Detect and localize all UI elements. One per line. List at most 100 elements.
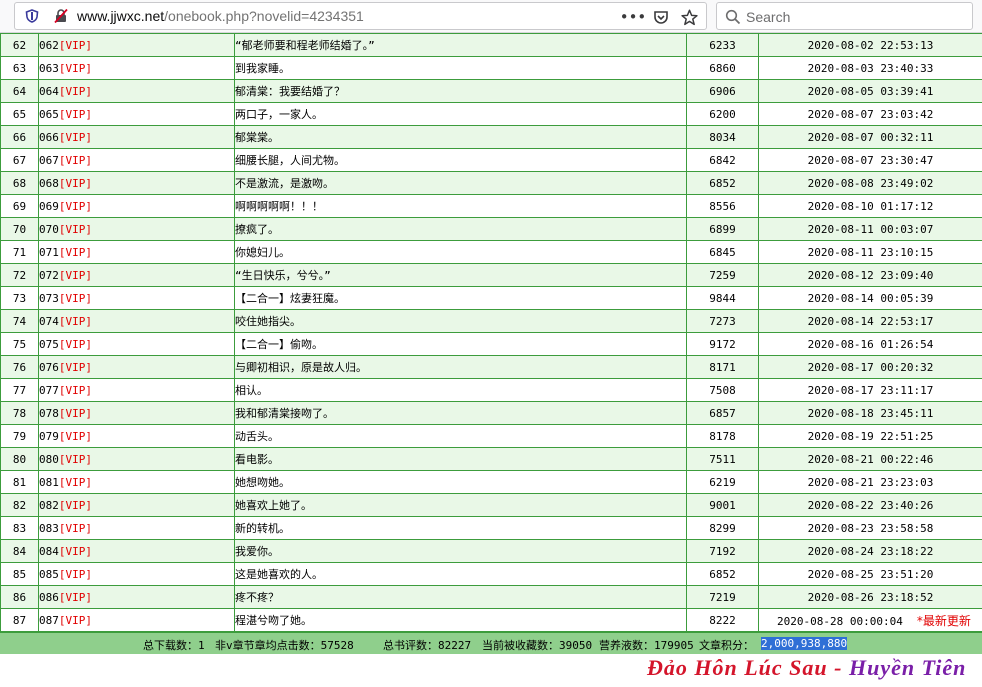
vip-badge[interactable]: [VIP]	[59, 453, 92, 466]
chapter-number[interactable]: 063	[40, 62, 59, 75]
chapter-number[interactable]: 087	[40, 614, 59, 627]
chapter-link[interactable]: 079[VIP]	[38, 424, 235, 448]
vip-badge[interactable]: [VIP]	[59, 476, 92, 489]
update-time-text: 2020-08-03 23:40:33	[807, 61, 934, 75]
insecure-lock-icon[interactable]	[53, 8, 69, 24]
update-time-text: 2020-08-16 01:26:54	[807, 337, 934, 351]
vip-badge[interactable]: [VIP]	[59, 223, 92, 236]
chapter-number[interactable]: 083	[40, 522, 59, 535]
chapter-link[interactable]: 073[VIP]	[38, 286, 235, 310]
chapter-number[interactable]: 068	[40, 177, 59, 190]
chapter-link[interactable]: 074[VIP]	[38, 309, 235, 333]
update-time-text: 2020-08-14 22:53:17	[807, 314, 934, 328]
chapter-link[interactable]: 078[VIP]	[38, 401, 235, 425]
chapter-link[interactable]: 065[VIP]	[38, 102, 235, 126]
shield-icon[interactable]	[25, 9, 39, 23]
chapter-number[interactable]: 080	[40, 453, 59, 466]
vip-badge[interactable]: [VIP]	[59, 407, 92, 420]
chapter-number[interactable]: 084	[40, 545, 59, 558]
chapter-number[interactable]: 086	[40, 591, 59, 604]
chapter-number[interactable]: 075	[40, 338, 59, 351]
vip-badge[interactable]: [VIP]	[59, 614, 92, 627]
vip-badge[interactable]: [VIP]	[59, 269, 92, 282]
chapter-number[interactable]: 064	[40, 85, 59, 98]
chapter-link[interactable]: 076[VIP]	[38, 355, 235, 379]
chapter-number[interactable]: 066	[40, 131, 59, 144]
chapter-link[interactable]: 067[VIP]	[38, 148, 235, 172]
chapter-row: 83 083[VIP] 新的转机。 8299 2020-08-23 23:58:58	[0, 516, 982, 540]
chapter-link[interactable]: 080[VIP]	[38, 447, 235, 471]
chapter-link[interactable]: 071[VIP]	[38, 240, 235, 264]
vip-badge[interactable]: [VIP]	[59, 522, 92, 535]
chapter-link[interactable]: 069[VIP]	[38, 194, 235, 218]
bookmark-star-icon[interactable]	[679, 7, 699, 27]
chapter-link[interactable]: 075[VIP]	[38, 332, 235, 356]
chapter-link[interactable]: 070[VIP]	[38, 217, 235, 241]
vip-badge[interactable]: [VIP]	[59, 108, 92, 121]
chapter-link[interactable]: 066[VIP]	[38, 125, 235, 149]
vip-badge[interactable]: [VIP]	[59, 39, 92, 52]
address-bar[interactable]: www.jjwxc.net/onebook.php?novelid=423435…	[14, 2, 707, 30]
vip-badge[interactable]: [VIP]	[59, 62, 92, 75]
pocket-icon[interactable]	[651, 7, 671, 27]
chapter-link[interactable]: 068[VIP]	[38, 171, 235, 195]
vip-badge[interactable]: [VIP]	[59, 85, 92, 98]
chapter-summary: 撩疯了。	[234, 217, 687, 241]
chapter-number[interactable]: 081	[40, 476, 59, 489]
chapter-number[interactable]: 082	[40, 499, 59, 512]
vip-badge[interactable]: [VIP]	[59, 200, 92, 213]
chapter-link[interactable]: 063[VIP]	[38, 56, 235, 80]
chapter-link[interactable]: 081[VIP]	[38, 470, 235, 494]
chapter-number[interactable]: 071	[40, 246, 59, 259]
vip-badge[interactable]: [VIP]	[59, 177, 92, 190]
chapter-link[interactable]: 082[VIP]	[38, 493, 235, 517]
vip-badge[interactable]: [VIP]	[59, 131, 92, 144]
chapter-link[interactable]: 062[VIP]	[38, 33, 235, 57]
update-time-text: 2020-08-24 23:18:22	[807, 544, 934, 558]
chapter-link[interactable]: 077[VIP]	[38, 378, 235, 402]
chapter-link[interactable]: 085[VIP]	[38, 562, 235, 586]
vip-badge[interactable]: [VIP]	[59, 430, 92, 443]
vip-badge[interactable]: [VIP]	[59, 499, 92, 512]
page-actions-icon[interactable]: •••	[620, 7, 647, 27]
vip-badge[interactable]: [VIP]	[59, 384, 92, 397]
chapter-update-time: 2020-08-25 23:51:20	[758, 562, 982, 586]
search-box[interactable]: Search	[716, 2, 973, 30]
chapter-index: 71	[0, 240, 39, 264]
chapter-number[interactable]: 072	[40, 269, 59, 282]
chapter-number[interactable]: 074	[40, 315, 59, 328]
vip-badge[interactable]: [VIP]	[59, 568, 92, 581]
chapter-update-time: 2020-08-17 23:11:17	[758, 378, 982, 402]
vip-badge[interactable]: [VIP]	[59, 154, 92, 167]
chapter-update-time: 2020-08-17 00:20:32	[758, 355, 982, 379]
chapter-number[interactable]: 077	[40, 384, 59, 397]
update-time-text: 2020-08-28 00:00:04	[777, 614, 903, 628]
update-time-text: 2020-08-21 00:22:46	[807, 452, 934, 466]
url-text[interactable]: www.jjwxc.net/onebook.php?novelid=423435…	[77, 8, 364, 24]
vip-badge[interactable]: [VIP]	[59, 338, 92, 351]
chapter-number[interactable]: 065	[40, 108, 59, 121]
chapter-number[interactable]: 067	[40, 154, 59, 167]
vip-badge[interactable]: [VIP]	[59, 315, 92, 328]
vip-badge[interactable]: [VIP]	[59, 591, 92, 604]
vip-badge[interactable]: [VIP]	[59, 246, 92, 259]
chapter-number[interactable]: 069	[40, 200, 59, 213]
chapter-link[interactable]: 084[VIP]	[38, 539, 235, 563]
chapter-link[interactable]: 064[VIP]	[38, 79, 235, 103]
chapter-number[interactable]: 073	[40, 292, 59, 305]
vip-badge[interactable]: [VIP]	[59, 361, 92, 374]
vip-badge[interactable]: [VIP]	[59, 292, 92, 305]
chapter-number[interactable]: 062	[40, 39, 59, 52]
chapter-update-time: 2020-08-21 23:23:03	[758, 470, 982, 494]
chapter-table: 62 062[VIP] “郁老师要和程老师结婚了。” 6233 2020-08-02 2…	[0, 33, 982, 632]
chapter-link[interactable]: 086[VIP]	[38, 585, 235, 609]
chapter-link[interactable]: 072[VIP]	[38, 263, 235, 287]
chapter-number[interactable]: 085	[40, 568, 59, 581]
chapter-link[interactable]: 087[VIP]	[38, 608, 235, 632]
chapter-number[interactable]: 078	[40, 407, 59, 420]
chapter-number[interactable]: 070	[40, 223, 59, 236]
chapter-number[interactable]: 079	[40, 430, 59, 443]
chapter-link[interactable]: 083[VIP]	[38, 516, 235, 540]
chapter-number[interactable]: 076	[40, 361, 59, 374]
vip-badge[interactable]: [VIP]	[59, 545, 92, 558]
